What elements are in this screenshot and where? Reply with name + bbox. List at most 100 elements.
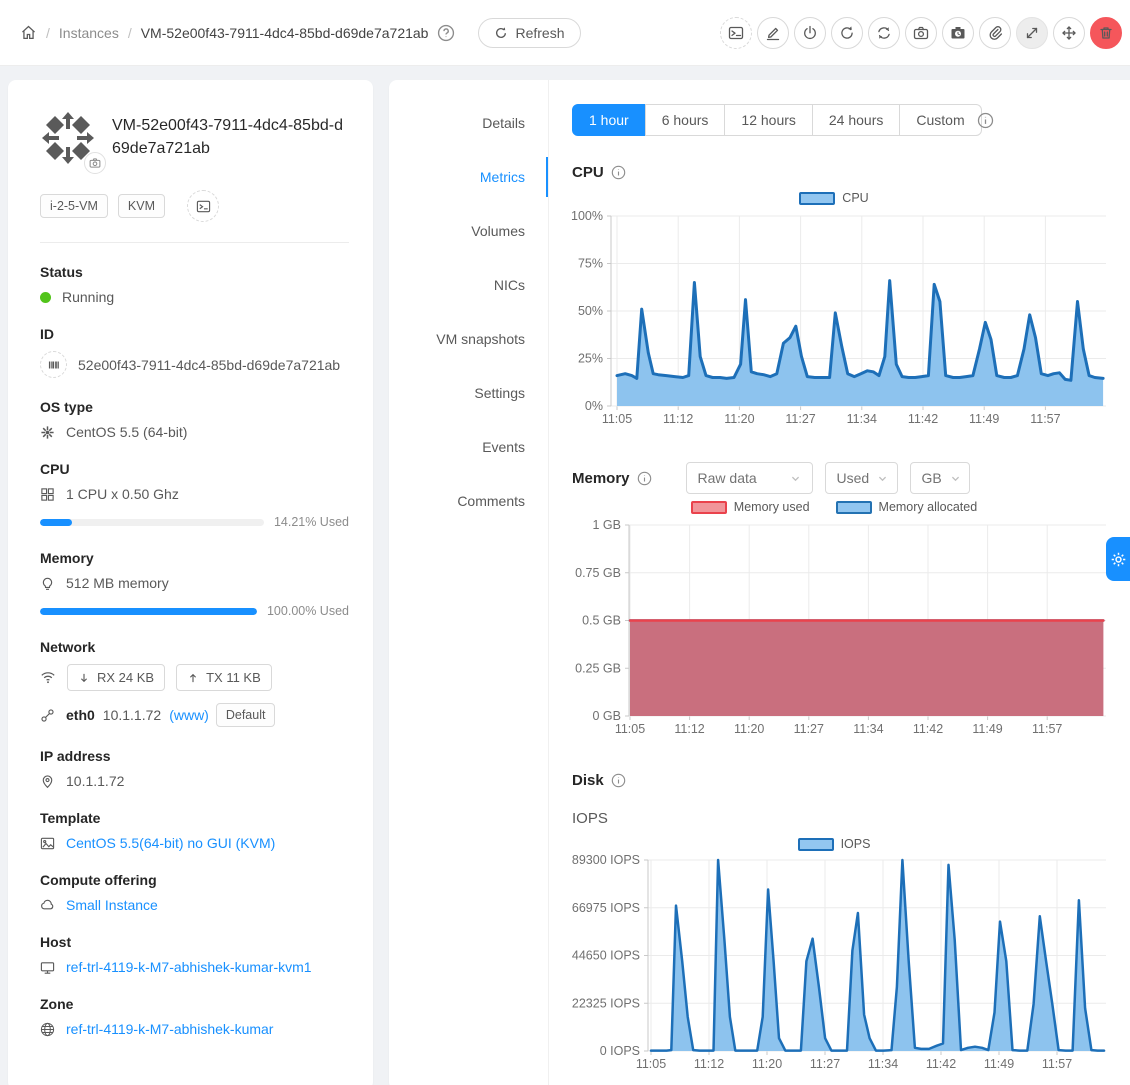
svg-text:11:12: 11:12 bbox=[694, 1057, 724, 1071]
svg-text:11:57: 11:57 bbox=[1030, 412, 1060, 426]
svg-text:11:27: 11:27 bbox=[794, 722, 824, 736]
field-cpu: CPU 1 CPU x 0.50 Ghz 14.21% Used bbox=[40, 461, 349, 529]
memory-progress-bar bbox=[40, 608, 257, 615]
camera-badge-icon[interactable] bbox=[84, 152, 106, 174]
tx-button[interactable]: TX 11 KB bbox=[176, 664, 272, 691]
breadcrumb-instances[interactable]: Instances bbox=[59, 25, 119, 41]
status-value: Running bbox=[62, 289, 114, 305]
info-icon[interactable] bbox=[637, 471, 652, 486]
legend-swatch bbox=[799, 192, 835, 205]
globe-icon bbox=[40, 1022, 55, 1037]
details-card: DetailsMetricsVolumesNICsVM snapshotsSet… bbox=[389, 80, 1130, 1085]
svg-text:89300 IOPS: 89300 IOPS bbox=[572, 853, 640, 867]
breadcrumb-current: VM-52e00f43-7911-4dc4-85bd-d69de7a721ab bbox=[141, 25, 429, 41]
svg-text:11:27: 11:27 bbox=[785, 412, 815, 426]
bulb-icon bbox=[40, 576, 55, 591]
tab-nics[interactable]: NICs bbox=[389, 258, 549, 312]
svg-text:75%: 75% bbox=[578, 257, 603, 271]
breadcrumb-separator: / bbox=[128, 25, 132, 41]
take-snapshot-button[interactable] bbox=[905, 17, 937, 49]
svg-text:11:42: 11:42 bbox=[926, 1057, 956, 1071]
template-link[interactable]: CentOS 5.5(64-bit) no GUI (KVM) bbox=[66, 835, 275, 851]
vm-summary-card: VM-52e00f43-7911-4dc4-85bd-d69de7a721ab … bbox=[8, 80, 373, 1085]
tabs-divider bbox=[548, 80, 549, 1085]
vm-tag-hypervisor: KVM bbox=[118, 194, 165, 218]
chevron-down-icon bbox=[877, 473, 888, 484]
tabs-nav: DetailsMetricsVolumesNICsVM snapshotsSet… bbox=[389, 96, 549, 528]
reboot-button[interactable] bbox=[831, 17, 863, 49]
field-host: Host ref-trl-4119-k-M7-abhishek-kumar-kv… bbox=[40, 934, 349, 975]
time-range-info-icon[interactable] bbox=[977, 112, 994, 129]
time-range-1-hour[interactable]: 1 hour bbox=[572, 104, 646, 136]
stop-button[interactable] bbox=[794, 17, 826, 49]
memory-chart: 11:0511:1211:2011:2711:3411:4211:4911:57… bbox=[558, 512, 1110, 749]
help-icon[interactable] bbox=[437, 24, 455, 42]
breadcrumb: / Instances / VM-52e00f43-7911-4dc4-85bd… bbox=[20, 18, 581, 48]
header-actions bbox=[720, 17, 1122, 49]
camera-clock-icon bbox=[950, 25, 966, 41]
field-ip: IP address 10.1.1.72 bbox=[40, 748, 349, 789]
host-monitor-icon bbox=[40, 960, 55, 975]
cpu-progress-bar bbox=[40, 519, 264, 526]
svg-text:11:20: 11:20 bbox=[752, 1057, 782, 1071]
svg-text:11:49: 11:49 bbox=[969, 412, 999, 426]
memory-data-select[interactable]: Raw data bbox=[686, 462, 813, 494]
settings-gear-button[interactable] bbox=[1106, 537, 1130, 581]
iops-chart: 11:0511:1211:2011:2711:3411:4211:4911:57… bbox=[558, 851, 1110, 1085]
migrate-button[interactable] bbox=[1053, 17, 1085, 49]
attach-iso-button[interactable] bbox=[979, 17, 1011, 49]
legend-item[interactable]: IOPS bbox=[798, 837, 871, 851]
home-icon[interactable] bbox=[20, 24, 37, 41]
cpu-legend: CPU bbox=[558, 191, 1110, 205]
memory-unit-select[interactable]: GB bbox=[910, 462, 970, 494]
recurring-snapshot-button[interactable] bbox=[942, 17, 974, 49]
legend-item[interactable]: CPU bbox=[799, 191, 868, 205]
memory-section-heading: Memory Raw data Used GB bbox=[572, 462, 970, 494]
destroy-button[interactable] bbox=[1090, 17, 1122, 49]
nic-network-link[interactable]: (www) bbox=[169, 707, 209, 723]
time-range-12-hours[interactable]: 12 hours bbox=[724, 104, 812, 136]
poweroff-icon bbox=[802, 25, 818, 41]
tab-volumes[interactable]: Volumes bbox=[389, 204, 549, 258]
field-id: ID 52e00f43-7911-4dc4-85bd-d69de7a721ab bbox=[40, 326, 349, 378]
tab-comments[interactable]: Comments bbox=[389, 474, 549, 528]
nic-ip: 10.1.1.72 bbox=[103, 707, 161, 723]
arrow-up-icon bbox=[187, 672, 199, 684]
camera-icon bbox=[913, 25, 929, 41]
info-icon[interactable] bbox=[611, 773, 626, 788]
info-icon[interactable] bbox=[611, 165, 626, 180]
host-link[interactable]: ref-trl-4119-k-M7-abhishek-kumar-kvm1 bbox=[66, 959, 312, 975]
time-range-24-hours[interactable]: 24 hours bbox=[812, 104, 900, 136]
svg-text:11:20: 11:20 bbox=[724, 412, 754, 426]
tab-metrics[interactable]: Metrics bbox=[389, 150, 549, 204]
tab-vm-snapshots[interactable]: VM snapshots bbox=[389, 312, 549, 366]
tab-details[interactable]: Details bbox=[389, 96, 549, 150]
iops-legend: IOPS bbox=[558, 837, 1110, 851]
time-range-6-hours[interactable]: 6 hours bbox=[645, 104, 726, 136]
refresh-label: Refresh bbox=[515, 25, 564, 41]
os-value: CentOS 5.5 (64-bit) bbox=[66, 424, 187, 440]
vm-tag-internal-name: i-2-5-VM bbox=[40, 194, 108, 218]
tab-events[interactable]: Events bbox=[389, 420, 549, 474]
field-status: Status Running bbox=[40, 264, 349, 305]
reinstall-button[interactable] bbox=[868, 17, 900, 49]
console-button[interactable] bbox=[720, 17, 752, 49]
svg-text:11:20: 11:20 bbox=[734, 722, 764, 736]
svg-text:11:57: 11:57 bbox=[1042, 1057, 1072, 1071]
legend-label: IOPS bbox=[841, 837, 871, 851]
svg-text:0 GB: 0 GB bbox=[593, 709, 622, 723]
svg-text:50%: 50% bbox=[578, 304, 603, 318]
memory-metric-select[interactable]: Used bbox=[825, 462, 898, 494]
time-range-custom[interactable]: Custom bbox=[899, 104, 981, 136]
svg-text:11:05: 11:05 bbox=[636, 1057, 666, 1071]
edit-button[interactable] bbox=[757, 17, 789, 49]
console-button[interactable] bbox=[187, 190, 219, 222]
refresh-button[interactable]: Refresh bbox=[478, 18, 580, 48]
rx-button[interactable]: RX 24 KB bbox=[67, 664, 165, 691]
svg-text:11:42: 11:42 bbox=[913, 722, 943, 736]
svg-text:66975 IOPS: 66975 IOPS bbox=[572, 901, 640, 915]
zone-link[interactable]: ref-trl-4119-k-M7-abhishek-kumar bbox=[66, 1021, 273, 1037]
field-os-type: OS type CentOS 5.5 (64-bit) bbox=[40, 399, 349, 440]
compute-offering-link[interactable]: Small Instance bbox=[66, 897, 158, 913]
tab-settings[interactable]: Settings bbox=[389, 366, 549, 420]
